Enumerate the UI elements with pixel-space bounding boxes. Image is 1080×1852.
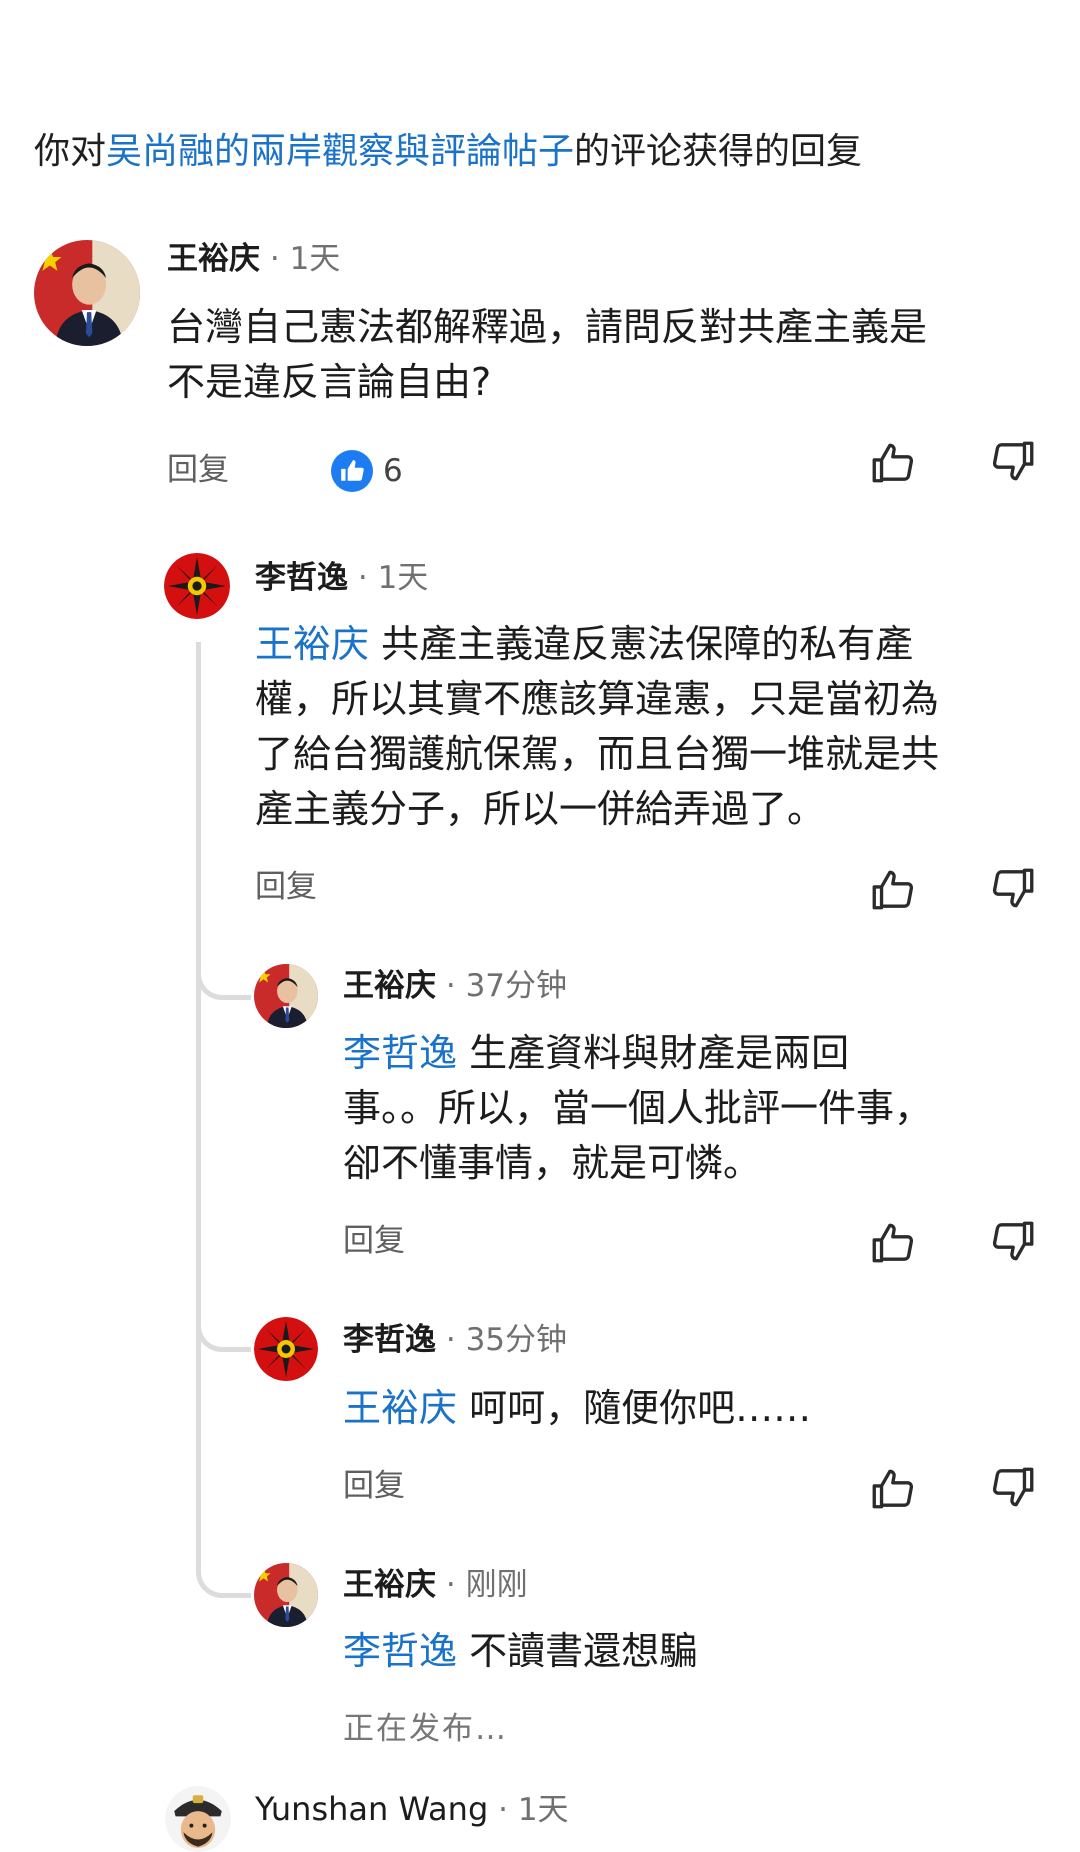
comment-body: 王裕庆 呵呵，隨便你吧…… <box>343 1381 811 1436</box>
thumbs-down-icon[interactable] <box>988 1217 1038 1267</box>
thumbs-down-icon[interactable] <box>988 1463 1038 1513</box>
mention-link[interactable]: 李哲逸 <box>343 1031 457 1075</box>
comment-line: 台灣自己憲法都解釋過，請問反對共產主義是 <box>167 305 928 349</box>
thumbs-up-icon[interactable] <box>868 1217 918 1267</box>
avatar[interactable] <box>34 240 140 346</box>
comment-line: 呵呵，隨便你吧…… <box>457 1386 812 1430</box>
avatar-red-star-emblem <box>254 1317 318 1381</box>
thumbs-down-icon[interactable] <box>988 437 1038 487</box>
comment-meta: Yunshan Wang · 1天 <box>255 1789 569 1830</box>
posting-status: 正在发布… <box>343 1711 508 1747</box>
header-suffix: 的评论获得的回复 <box>574 131 863 172</box>
header-prefix: 你对 <box>34 131 107 172</box>
mention-link[interactable]: 王裕庆 <box>255 622 369 666</box>
avatar[interactable] <box>165 1786 231 1852</box>
comment-line: 不讀書還想騙 <box>457 1629 698 1673</box>
like-badge-icon <box>331 450 373 492</box>
comment-line: 卻不懂事情，就是可憐。 <box>343 1141 762 1185</box>
comment-time: · 1天 <box>357 560 429 596</box>
comment-time: · 1天 <box>269 241 341 277</box>
thread-line <box>196 642 201 1562</box>
comment-body: 李哲逸 生產資料與財產是兩回 事。。所以，當一個人批評一件事， 卻不懂事情，就是… <box>343 1026 932 1191</box>
avatar-man-suit <box>254 964 318 1028</box>
comment-meta: 王裕庆 · 刚刚 <box>343 1565 528 1605</box>
avatar[interactable] <box>254 1563 318 1627</box>
like-count: 6 <box>383 453 403 489</box>
comment-line: 共產主義違反憲法保障的私有產 <box>369 622 914 666</box>
thumbs-up-icon[interactable] <box>868 864 918 914</box>
reply-button[interactable]: 回复 <box>255 867 317 907</box>
comment-line: 了給台獨護航保駕，而且台獨一堆就是共 <box>255 732 940 776</box>
comment-line: 不是違反言論自由? <box>167 360 492 404</box>
like-count-badge: 6 <box>331 450 403 492</box>
thread-connector <box>196 940 251 1000</box>
thumbs-up-icon[interactable] <box>868 437 918 487</box>
comment-time: · 37分钟 <box>445 968 568 1004</box>
avatar-man-suit <box>34 240 140 346</box>
avatar-man-suit <box>254 1563 318 1627</box>
comment-meta: 王裕庆 · 1天 <box>167 239 340 279</box>
reply-button[interactable]: 回复 <box>343 1221 405 1261</box>
avatar[interactable] <box>254 964 318 1028</box>
comment-time: · 35分钟 <box>445 1322 568 1358</box>
mention-link[interactable]: 王裕庆 <box>343 1386 457 1430</box>
author-name[interactable]: Yunshan Wang <box>255 1790 488 1828</box>
comment-time: · 刚刚 <box>445 1567 528 1603</box>
comment-body: 李哲逸 不讀書還想騙 <box>343 1624 697 1679</box>
comment-line: 權，所以其實不應該算違憲，只是當初為 <box>255 677 940 721</box>
comment-line: 事。。所以，當一個人批評一件事， <box>343 1086 933 1130</box>
mention-link[interactable]: 李哲逸 <box>343 1629 457 1673</box>
reply-button[interactable]: 回复 <box>167 450 229 490</box>
author-name[interactable]: 王裕庆 <box>343 1567 436 1603</box>
avatar-cartoon-officer <box>165 1786 231 1852</box>
thread-connector <box>196 1292 251 1352</box>
post-link[interactable]: 吴尚融的兩岸觀察與評論帖子 <box>106 131 574 172</box>
reply-button[interactable]: 回复 <box>343 1466 405 1506</box>
comment-body: 台灣自己憲法都解釋過，請問反對共產主義是 不是違反言論自由? <box>167 300 927 410</box>
comment-meta: 李哲逸 · 35分钟 <box>343 1320 567 1360</box>
comment-body: 王裕庆 共產主義違反憲法保障的私有產 權，所以其實不應該算違憲，只是當初為 了給… <box>255 617 939 837</box>
comment-meta: 李哲逸 · 1天 <box>255 558 428 598</box>
comment-time: · 1天 <box>498 1792 569 1828</box>
avatar[interactable] <box>254 1317 318 1381</box>
notification-header: 你对吴尚融的兩岸觀察與評論帖子的评论获得的回复 <box>34 126 862 178</box>
author-name[interactable]: 王裕庆 <box>343 968 436 1004</box>
thread-connector <box>196 1538 251 1598</box>
author-name[interactable]: 王裕庆 <box>167 241 260 277</box>
comment-line: 產主義分子，所以一併給弄過了。 <box>255 787 826 831</box>
avatar[interactable] <box>164 553 230 619</box>
comment-meta: 王裕庆 · 37分钟 <box>343 966 567 1006</box>
author-name[interactable]: 李哲逸 <box>255 560 348 596</box>
thumbs-up-icon[interactable] <box>868 1463 918 1513</box>
author-name[interactable]: 李哲逸 <box>343 1322 436 1358</box>
comment-line: 生產資料與財產是兩回 <box>457 1031 850 1075</box>
avatar-red-star-emblem <box>164 553 230 619</box>
thumbs-down-icon[interactable] <box>988 864 1038 914</box>
